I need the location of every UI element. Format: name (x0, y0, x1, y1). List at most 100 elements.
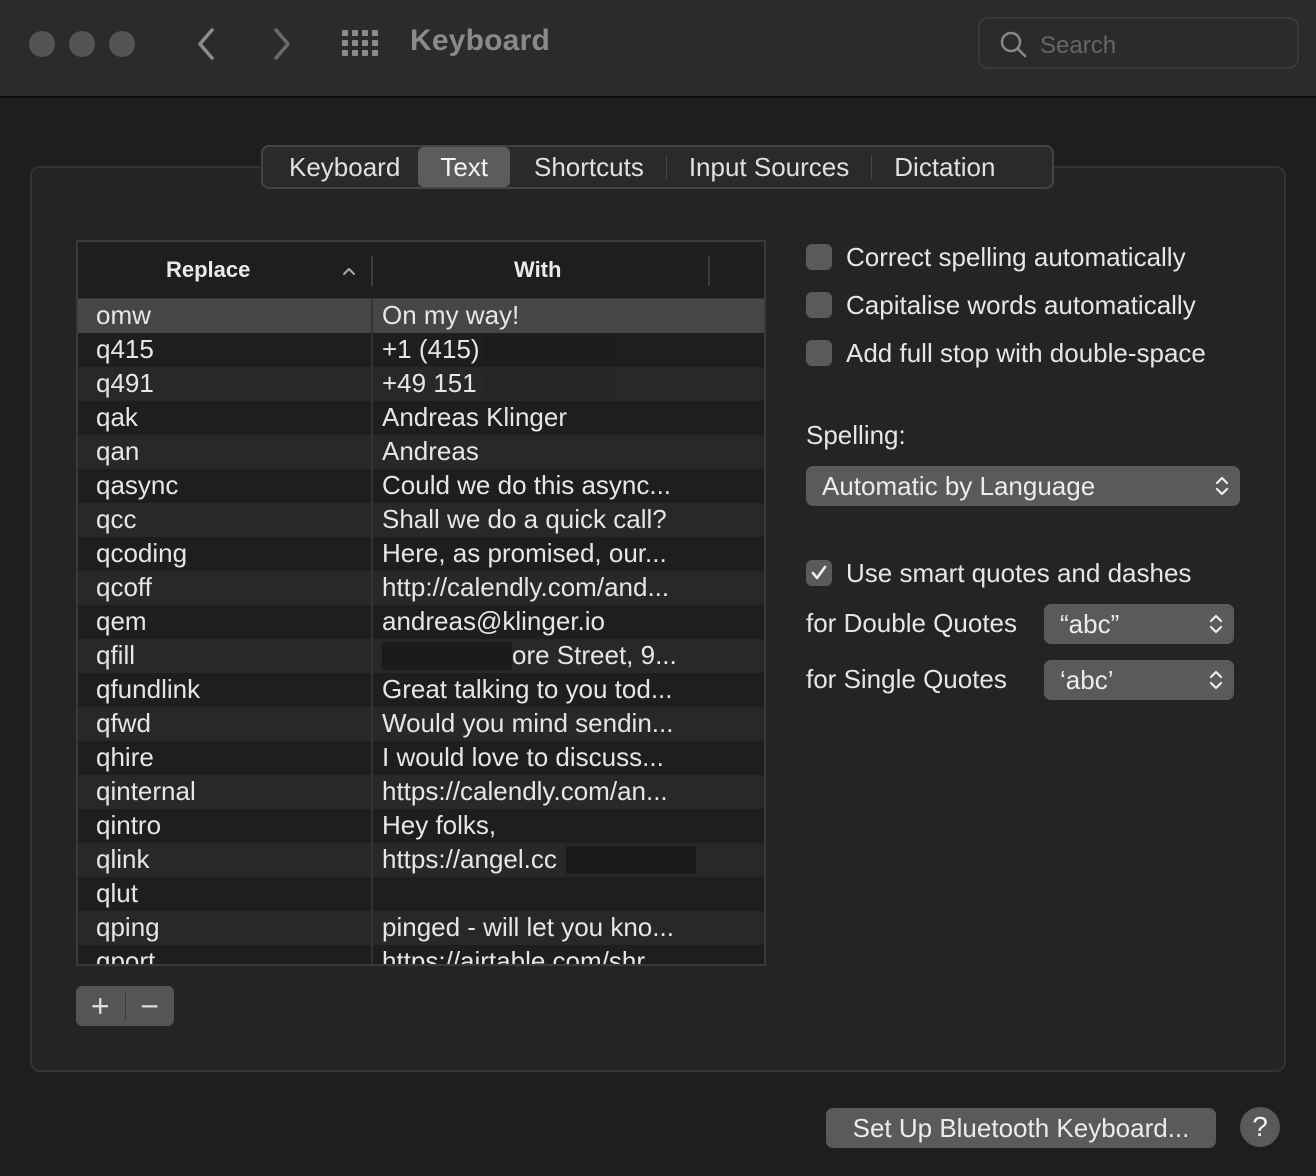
replace-cell[interactable]: qfill (96, 640, 135, 671)
redaction-block (484, 370, 616, 398)
text-replacement-table[interactable]: Replace With omw On my way! q415 +1 (415) … (76, 240, 766, 966)
tab-dictation[interactable]: Dictation (872, 147, 1017, 187)
with-cell[interactable]: Could we do this async... (382, 470, 762, 501)
replace-cell[interactable]: qcoding (96, 538, 187, 569)
help-icon[interactable]: ? (1240, 1107, 1280, 1147)
back-arrow-icon[interactable] (192, 24, 222, 64)
full-stop-option[interactable]: Add full stop with double-space (806, 337, 1206, 369)
close-window-button[interactable] (29, 31, 55, 57)
table-row[interactable]: qlink https://angel.cc (78, 843, 764, 877)
sort-ascending-icon[interactable] (342, 266, 356, 276)
table-row[interactable]: qfundlink Great talking to you tod... (78, 673, 764, 707)
correct-spelling-checkbox[interactable] (806, 244, 832, 270)
with-cell[interactable]: I would love to discuss... (382, 742, 762, 773)
capitalise-label: Capitalise words automatically (846, 289, 1196, 320)
with-cell[interactable]: On my way! (382, 300, 762, 331)
with-cell[interactable]: Andreas (382, 436, 762, 467)
add-entry-button[interactable]: + (76, 986, 125, 1026)
full-stop-checkbox[interactable] (806, 340, 832, 366)
table-row[interactable]: q491 +49 151 (78, 367, 764, 401)
full-stop-label: Add full stop with double-space (846, 337, 1206, 368)
replace-cell[interactable]: qcc (96, 504, 136, 535)
table-row[interactable]: qhire I would love to discuss... (78, 741, 764, 775)
set-up-bluetooth-keyboard-button[interactable]: Set Up Bluetooth Keyboard... (826, 1108, 1216, 1148)
add-remove-control: + − (76, 986, 174, 1026)
smart-quotes-option[interactable]: Use smart quotes and dashes (806, 557, 1191, 589)
replace-cell[interactable]: qping (96, 912, 160, 943)
table-row[interactable]: qem andreas@klinger.io (78, 605, 764, 639)
with-cell[interactable]: Hey folks, (382, 810, 762, 841)
capitalise-checkbox[interactable] (806, 292, 832, 318)
with-cell[interactable]: Would you mind sendin... (382, 708, 762, 739)
with-cell[interactable]: https://calendly.com/an... (382, 776, 762, 807)
show-all-grid-icon[interactable] (342, 30, 380, 58)
forward-arrow-icon[interactable] (266, 24, 296, 64)
table-row[interactable]: qintro Hey folks, (78, 809, 764, 843)
capitalise-option[interactable]: Capitalise words automatically (806, 289, 1196, 321)
replace-cell[interactable]: qfundlink (96, 674, 200, 705)
tab-shortcuts[interactable]: Shortcuts (510, 147, 666, 187)
table-row[interactable]: qasync Could we do this async... (78, 469, 764, 503)
remove-entry-button[interactable]: − (125, 986, 174, 1026)
up-down-chevron-icon (1209, 670, 1223, 690)
up-down-chevron-icon (1215, 476, 1229, 496)
single-quotes-popup[interactable]: ‘abc’ (1044, 660, 1234, 700)
table-row[interactable]: qak Andreas Klinger (78, 401, 764, 435)
column-header-replace[interactable]: Replace (166, 257, 250, 283)
tab-text[interactable]: Text (418, 147, 510, 187)
table-row[interactable]: qfwd Would you mind sendin... (78, 707, 764, 741)
replace-cell[interactable]: qfwd (96, 708, 151, 739)
zoom-window-button[interactable] (109, 31, 135, 57)
replace-cell[interactable]: qinternal (96, 776, 196, 807)
search-field[interactable]: Search (978, 17, 1299, 69)
table-row[interactable]: q415 +1 (415) (78, 333, 764, 367)
table-row[interactable]: qcc Shall we do a quick call? (78, 503, 764, 537)
correct-spelling-option[interactable]: Correct spelling automatically (806, 241, 1186, 273)
with-cell[interactable]: Great talking to you tod... (382, 674, 762, 705)
table-row[interactable]: omw On my way! (78, 299, 764, 333)
checkmark-icon (811, 565, 827, 580)
with-cell[interactable]: Here, as promised, our... (382, 538, 762, 569)
table-row[interactable]: qlut (78, 877, 764, 911)
tab-input-sources[interactable]: Input Sources (667, 147, 871, 187)
single-quotes-value: ‘abc’ (1060, 665, 1114, 695)
replace-cell[interactable]: qcoff (96, 572, 152, 603)
table-header: Replace With (78, 242, 764, 299)
with-cell[interactable]: https://airtable.com/shr (382, 946, 762, 964)
minimize-window-button[interactable] (69, 31, 95, 57)
replace-cell[interactable]: qasync (96, 470, 178, 501)
redaction-block (382, 642, 512, 670)
replace-cell[interactable]: qan (96, 436, 139, 467)
replace-cell[interactable]: qhire (96, 742, 154, 773)
replace-cell[interactable]: qintro (96, 810, 161, 841)
tab-keyboard[interactable]: Keyboard (271, 147, 418, 187)
table-row[interactable]: qcoff http://calendly.com/and... (78, 571, 764, 605)
with-cell[interactable]: ore Street, 9... (512, 640, 764, 671)
with-cell[interactable]: http://calendly.com/and... (382, 572, 762, 603)
with-cell[interactable]: andreas@klinger.io (382, 606, 762, 637)
with-cell[interactable]: Shall we do a quick call? (382, 504, 762, 535)
table-row[interactable]: qcoding Here, as promised, our... (78, 537, 764, 571)
replace-cell[interactable]: qlut (96, 878, 138, 909)
table-row[interactable]: qfill ore Street, 9... (78, 639, 764, 673)
with-cell[interactable]: Andreas Klinger (382, 402, 762, 433)
spelling-popup[interactable]: Automatic by Language (806, 466, 1240, 506)
replace-cell[interactable]: qak (96, 402, 138, 433)
replace-cell[interactable]: omw (96, 300, 151, 331)
table-row[interactable]: qinternal https://calendly.com/an... (78, 775, 764, 809)
column-divider[interactable] (708, 256, 710, 286)
replace-cell[interactable]: qem (96, 606, 147, 637)
column-divider[interactable] (371, 256, 373, 286)
replace-cell[interactable]: qlink (96, 844, 149, 875)
smart-quotes-checkbox[interactable] (806, 560, 832, 586)
table-row[interactable]: qport https://airtable.com/shr (78, 945, 764, 964)
with-cell[interactable]: pinged - will let you kno... (382, 912, 762, 943)
replace-cell[interactable]: q491 (96, 368, 154, 399)
column-header-with[interactable]: With (514, 257, 561, 283)
table-row[interactable]: qan Andreas (78, 435, 764, 469)
table-row[interactable]: qping pinged - will let you kno... (78, 911, 764, 945)
up-down-chevron-icon (1209, 614, 1223, 634)
replace-cell[interactable]: qport (96, 946, 155, 964)
double-quotes-popup[interactable]: “abc” (1044, 604, 1234, 644)
replace-cell[interactable]: q415 (96, 334, 154, 365)
